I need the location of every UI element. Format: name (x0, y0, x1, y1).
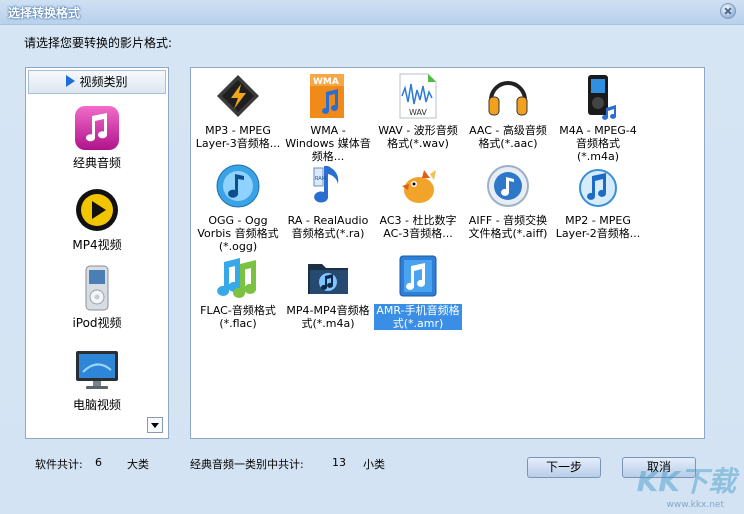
amr-icon (394, 252, 442, 300)
headphones-icon (484, 72, 532, 120)
format-label: WAV - 波形音频格式(*.wav) (378, 124, 458, 150)
close-icon[interactable] (720, 3, 736, 19)
monitor-icon (73, 346, 121, 394)
watermark-url: www.kkx.net (666, 500, 725, 510)
svg-text:WAV: WAV (409, 108, 427, 117)
format-item-mp4-audio[interactable]: MP4-MP4音频格式(*.m4a) (284, 252, 372, 330)
folder-music-icon (304, 252, 352, 300)
category-total-label: 经典音频一类别中共计: (190, 458, 304, 471)
mp2-notes-icon (574, 162, 622, 210)
format-item-amr[interactable]: AMR-手机音频格式(*.amr) (374, 252, 462, 330)
format-label: AMR-手机音频格式(*.amr) (374, 304, 462, 330)
format-item-wav[interactable]: WAV WAV - 波形音频格式(*.wav) (374, 72, 462, 150)
format-label: AIFF - 音频交换文件格式(*.aiff) (468, 214, 548, 240)
ipod-icon (73, 264, 121, 312)
wav-icon: WAV (394, 72, 442, 120)
category-panel: 视频类别 经典音频 MP4视频 iPod视频 电脑视频 (25, 67, 169, 439)
play-triangle-icon (66, 75, 76, 87)
category-header-label: 视频类别 (79, 75, 128, 89)
format-label: OGG - Ogg Vorbis 音频格式(*.ogg) (197, 214, 279, 253)
category-label: iPod视频 (72, 316, 122, 330)
format-label: RA - RealAudio音频格式(*.ra) (287, 214, 369, 240)
format-label: AAC - 高级音频格式(*.aac) (469, 124, 547, 150)
format-label: FLAC-音频格式(*.flac) (200, 304, 276, 330)
software-total-value: 6 (95, 456, 102, 469)
format-item-aiff[interactable]: AIFF - 音频交换文件格式(*.aiff) (464, 162, 552, 240)
mp3-winamp-icon (214, 72, 262, 120)
software-total-label: 软件共计: (35, 458, 83, 471)
aiff-icon (484, 162, 532, 210)
format-label: M4A - MPEG-4音频格式(*.m4a) (559, 124, 637, 163)
format-label: AC3 - 杜比数字 AC-3音频格... (379, 214, 457, 240)
format-item-aac[interactable]: AAC - 高级音频格式(*.aac) (464, 72, 552, 150)
category-label: 电脑视频 (72, 398, 121, 412)
category-header[interactable]: 视频类别 (28, 70, 166, 94)
category-label: MP4视频 (72, 238, 122, 252)
format-item-ra[interactable]: RAM RA - RealAudio音频格式(*.ra) (284, 162, 372, 240)
format-label: WMA - Windows 媒体音频格... (285, 124, 371, 163)
prompt-text: 请选择您要转换的影片格式: (24, 36, 173, 50)
category-label: 经典音频 (72, 156, 121, 170)
wma-icon: WMA (304, 72, 352, 120)
format-item-mp2[interactable]: MP2 - MPEG Layer-2音频格... (554, 162, 642, 240)
next-button[interactable]: 下一步 (527, 457, 601, 478)
category-item-ipod-video[interactable]: iPod视频 (26, 264, 168, 331)
ram-note-icon: RAM (304, 162, 352, 210)
format-grid: MP3 - MPEG Layer-3音频格... WMA WMA - Windo… (190, 67, 705, 439)
category-item-classic-audio[interactable]: 经典音频 (26, 104, 168, 171)
svg-text:RAM: RAM (315, 176, 326, 182)
window-title: 选择转换格式 (8, 6, 81, 20)
format-label: MP3 - MPEG Layer-3音频格... (195, 124, 281, 150)
watermark-logo: KK下载 (636, 465, 736, 498)
flac-notes-icon (214, 252, 262, 300)
title-bar: 选择转换格式 (0, 0, 744, 25)
scroll-down-button[interactable] (147, 417, 163, 433)
format-item-mp3[interactable]: MP3 - MPEG Layer-3音频格... (194, 72, 282, 150)
software-total-unit: 大类 (127, 458, 149, 471)
category-item-pc-video[interactable]: 电脑视频 (26, 346, 168, 413)
format-item-flac[interactable]: FLAC-音频格式(*.flac) (194, 252, 282, 330)
category-total-value: 13 (332, 456, 346, 469)
category-total-unit: 小类 (363, 458, 385, 471)
format-label: MP2 - MPEG Layer-2音频格... (555, 214, 641, 240)
category-item-mp4-video[interactable]: MP4视频 (26, 186, 168, 253)
dialog-window: 选择转换格式 请选择您要转换的影片格式: 视频类别 经典音频 MP4视频 iPo… (0, 0, 744, 514)
music-note-icon (73, 104, 121, 152)
svg-text:WMA: WMA (313, 77, 339, 87)
m4a-player-icon (574, 72, 622, 120)
ogg-icon (214, 162, 262, 210)
format-item-ogg[interactable]: OGG - Ogg Vorbis 音频格式(*.ogg) (194, 162, 282, 253)
bird-icon (394, 162, 442, 210)
format-label: MP4-MP4音频格式(*.m4a) (286, 304, 370, 330)
play-circle-icon (73, 186, 121, 234)
format-item-m4a[interactable]: M4A - MPEG-4音频格式(*.m4a) (554, 72, 642, 163)
format-item-ac3[interactable]: AC3 - 杜比数字 AC-3音频格... (374, 162, 462, 240)
format-item-wma[interactable]: WMA WMA - Windows 媒体音频格... (284, 72, 372, 163)
